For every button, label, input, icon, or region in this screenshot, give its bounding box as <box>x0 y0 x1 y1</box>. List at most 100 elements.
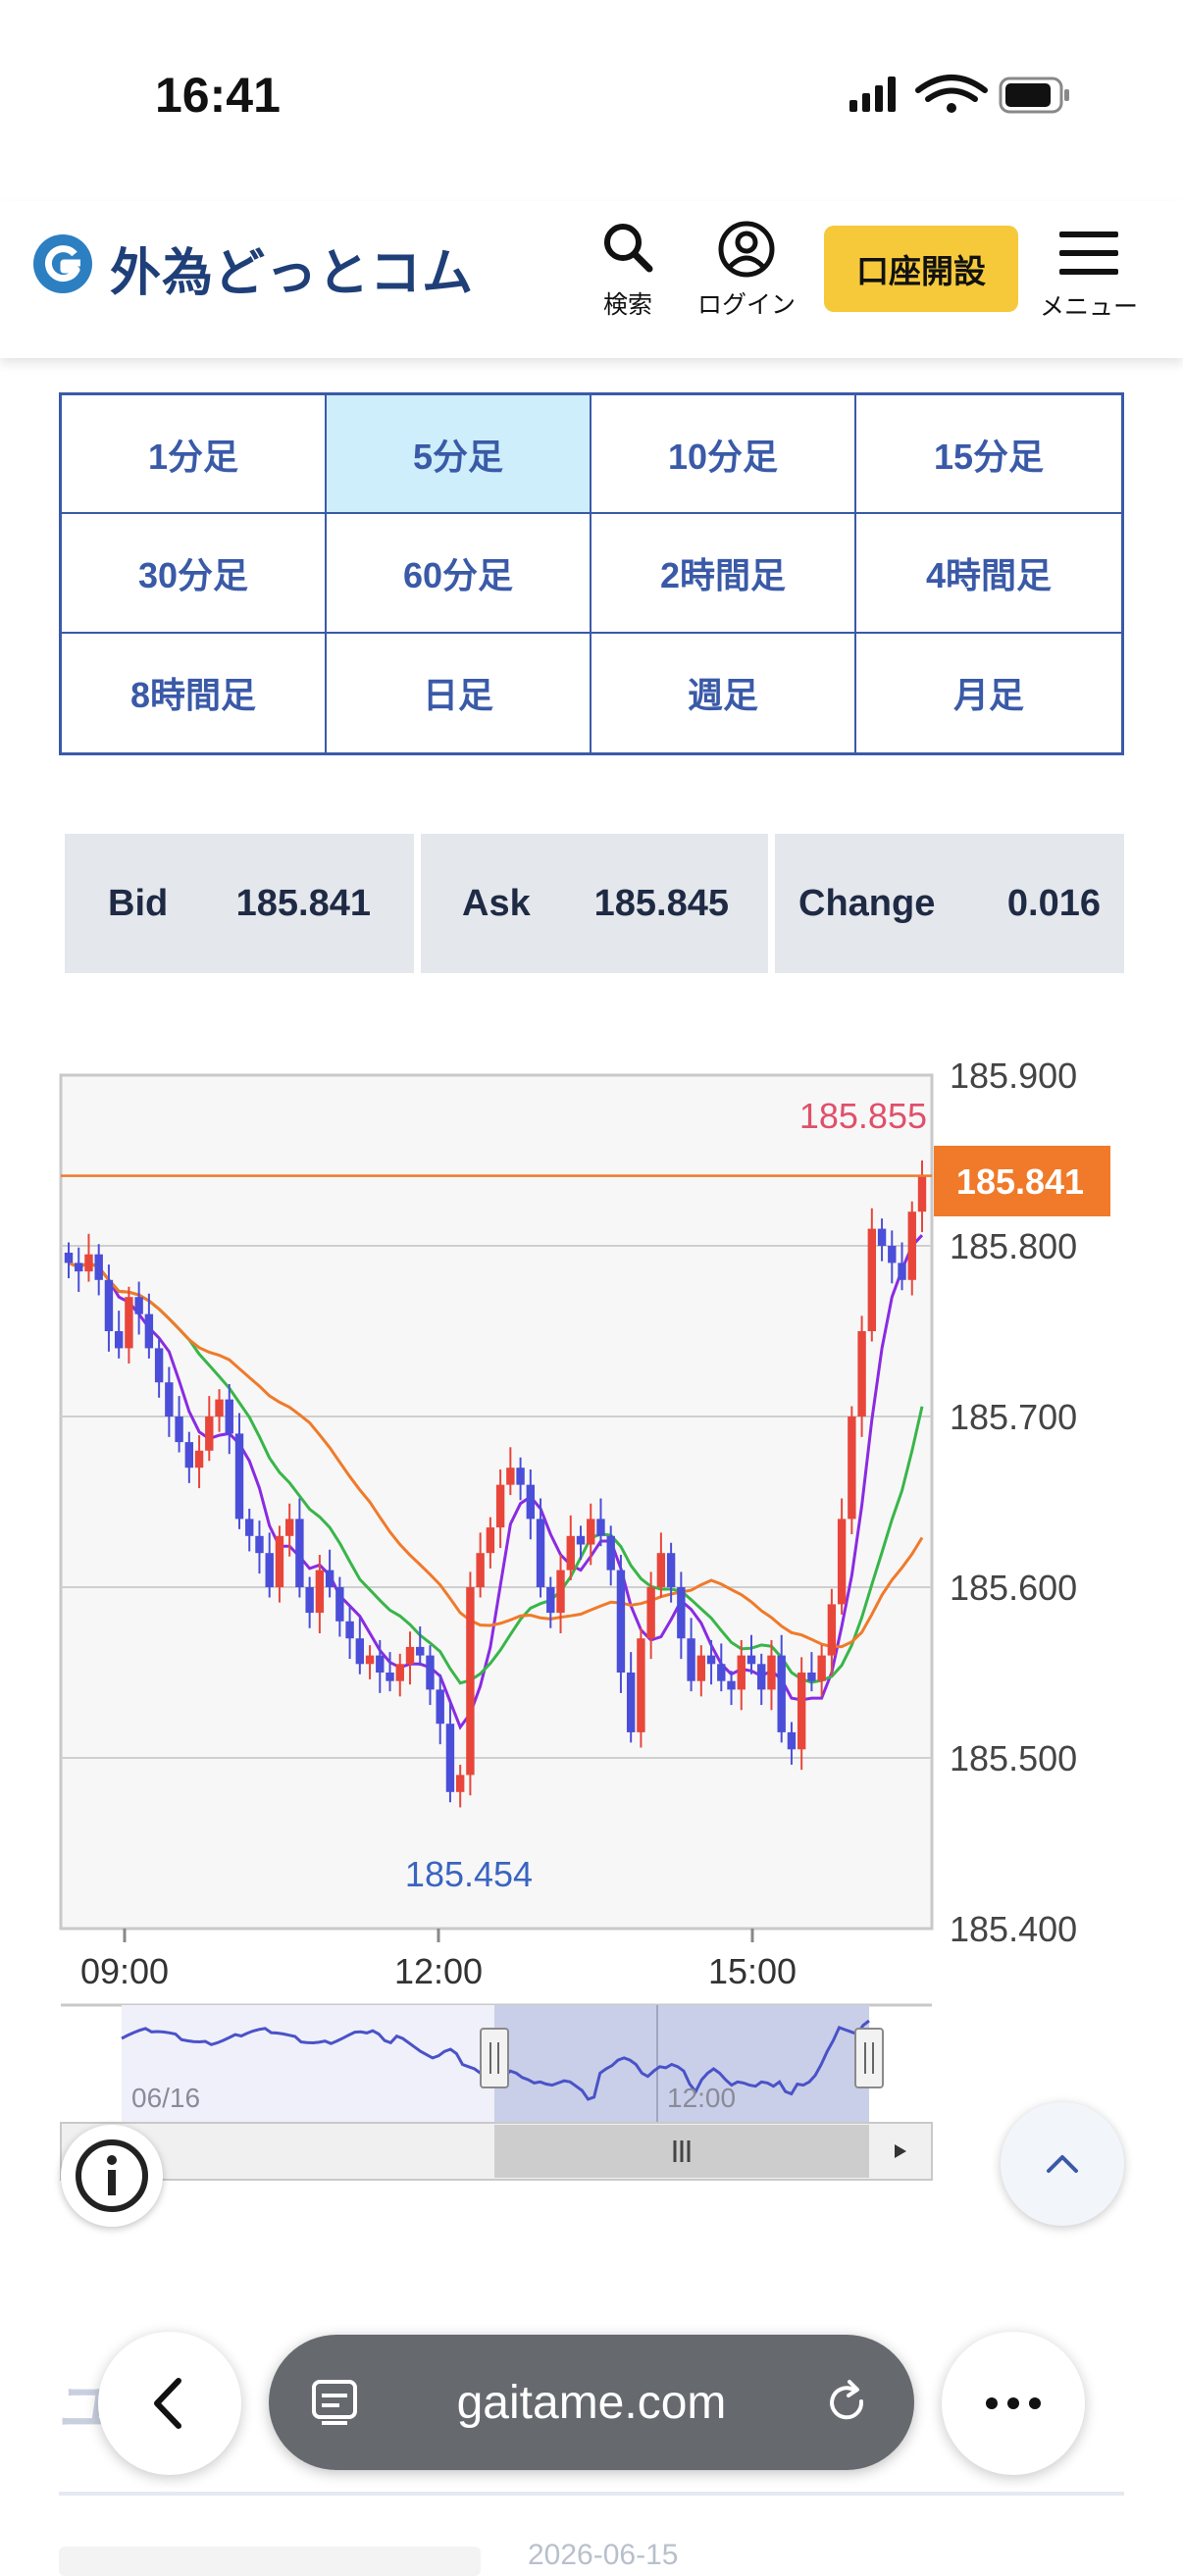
candle-up <box>405 1646 415 1665</box>
candle-down <box>787 1731 797 1750</box>
ask-value: 185.845 <box>593 882 729 924</box>
candle-down <box>687 1638 695 1681</box>
url-text[interactable]: gaitame.com <box>269 2335 914 2470</box>
timeframe-weekly[interactable]: 週足 <box>592 633 856 752</box>
reload-icon[interactable] <box>822 2378 873 2429</box>
candle-down <box>386 1673 394 1681</box>
candle-up <box>476 1553 485 1587</box>
change-box: Change 0.016 <box>775 834 1124 973</box>
chevron-left-icon <box>154 2378 181 2429</box>
battery-icon <box>999 77 1069 114</box>
candle-up <box>275 1535 284 1587</box>
navigator-date-label: 06/16 <box>131 2083 200 2113</box>
candle-down <box>526 1484 536 1520</box>
high-price-label: 185.855 <box>799 1096 927 1136</box>
timeframe-10min[interactable]: 10分足 <box>592 395 856 515</box>
candle-down <box>376 1655 385 1673</box>
candle-down <box>807 1673 816 1681</box>
candle-down <box>184 1442 194 1468</box>
candle-down <box>104 1279 114 1331</box>
candle-down <box>666 1553 676 1587</box>
navigator-right-handle[interactable] <box>854 2028 884 2088</box>
candle-down <box>516 1468 525 1485</box>
x-tick-label: 15:00 <box>708 1951 797 1991</box>
candle-down <box>888 1246 897 1263</box>
timeframe-daily[interactable]: 日足 <box>327 633 592 752</box>
chart-navigator[interactable]: 06/16 12:00 <box>60 2003 933 2181</box>
wifi-icon <box>915 75 988 102</box>
bid-box: Bid 185.841 <box>65 834 414 973</box>
candle-up <box>215 1399 224 1417</box>
candle-up <box>696 1655 706 1681</box>
candle-up <box>917 1175 927 1212</box>
status-time: 16:41 <box>155 68 281 123</box>
candle-down <box>165 1382 174 1417</box>
timeframe-5min[interactable]: 5分足 <box>327 395 592 515</box>
candle-up <box>817 1655 826 1681</box>
price-chart[interactable]: 185.900 185.800 185.700 185.600 185.500 185.4… <box>0 1059 1183 2188</box>
hamburger-menu-icon <box>1059 232 1118 275</box>
candle-down <box>606 1535 615 1571</box>
scroll-to-top-button[interactable] <box>1001 2102 1124 2226</box>
candle-down <box>706 1655 716 1665</box>
candle-down <box>175 1417 183 1443</box>
timeframe-60min[interactable]: 60分足 <box>327 514 592 634</box>
address-bar[interactable]: gaitame.com <box>269 2335 914 2470</box>
candle-up <box>656 1553 666 1587</box>
candle-up <box>867 1228 877 1331</box>
candle-up <box>907 1211 916 1280</box>
search-label: 検索 <box>602 291 652 319</box>
candle-down <box>757 1664 766 1690</box>
candle-down <box>416 1646 425 1656</box>
candle-up <box>315 1570 325 1614</box>
logo-icon[interactable] <box>31 232 94 295</box>
candle-down <box>134 1297 143 1314</box>
timeframe-8hour[interactable]: 8時間足 <box>62 633 327 752</box>
candle-up <box>556 1570 565 1614</box>
candle-up <box>84 1254 93 1272</box>
logo-text[interactable]: 外為どっとコム <box>110 232 474 305</box>
chevron-up-icon <box>1047 2155 1078 2173</box>
candle-up <box>857 1331 866 1417</box>
candle-up <box>646 1587 655 1639</box>
y-tick-label: 185.800 <box>950 1226 1077 1266</box>
menu-button[interactable]: メニュー <box>1032 230 1146 323</box>
candle-up <box>827 1604 837 1656</box>
browser-back-button[interactable] <box>98 2332 241 2475</box>
timeframe-15min[interactable]: 15分足 <box>856 395 1121 515</box>
candle-down <box>546 1587 555 1614</box>
bid-label: Bid <box>108 882 169 924</box>
candle-down <box>576 1535 586 1545</box>
candle-down <box>144 1314 154 1349</box>
navigator-left-handle[interactable] <box>480 2028 509 2088</box>
candle-up <box>205 1417 214 1451</box>
candle-up <box>737 1655 746 1690</box>
candle-down <box>536 1519 545 1587</box>
candle-up <box>837 1519 847 1605</box>
timeframe-4hour[interactable]: 4時間足 <box>856 514 1121 634</box>
low-price-label: 185.454 <box>405 1854 533 1894</box>
candle-down <box>225 1399 233 1434</box>
candle-down <box>75 1262 83 1272</box>
candle-up <box>797 1673 806 1750</box>
browser-more-button[interactable] <box>942 2332 1085 2475</box>
candle-down <box>305 1587 314 1614</box>
login-button[interactable]: ログイン <box>687 220 806 321</box>
timeframe-monthly[interactable]: 月足 <box>856 634 1121 752</box>
candle-down <box>445 1724 455 1792</box>
candle-down <box>345 1621 354 1639</box>
user-icon <box>718 221 775 278</box>
candle-up <box>587 1519 595 1545</box>
candle-up <box>767 1655 776 1690</box>
search-button[interactable]: 検索 <box>589 220 667 321</box>
signal-icon <box>849 77 896 112</box>
info-button[interactable] <box>61 2125 163 2227</box>
candle-down <box>114 1331 124 1349</box>
timeframe-2hour[interactable]: 2時間足 <box>592 514 856 634</box>
timeframe-30min[interactable]: 30分足 <box>62 514 327 634</box>
x-tick-label: 12:00 <box>394 1951 483 1991</box>
candle-up <box>848 1417 856 1520</box>
candle-down <box>746 1655 756 1665</box>
open-account-button[interactable]: 口座開設 <box>824 226 1018 312</box>
timeframe-1min[interactable]: 1分足 <box>62 395 327 515</box>
